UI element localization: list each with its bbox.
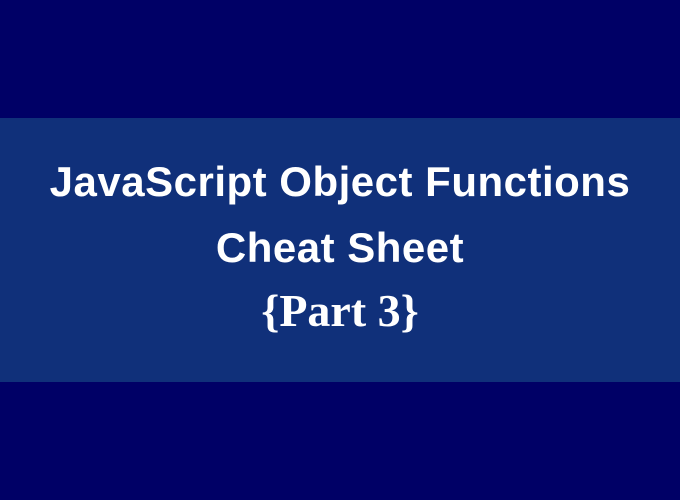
title-banner: JavaScript Object Functions Cheat Sheet …: [0, 118, 680, 382]
subtitle-part: {Part 3}: [20, 284, 660, 337]
part-label: Part 3: [279, 285, 400, 336]
title-line-2: Cheat Sheet: [20, 224, 660, 272]
brace-close: }: [401, 285, 419, 336]
title-line-1: JavaScript Object Functions: [20, 158, 660, 206]
brace-open: {: [261, 285, 279, 336]
